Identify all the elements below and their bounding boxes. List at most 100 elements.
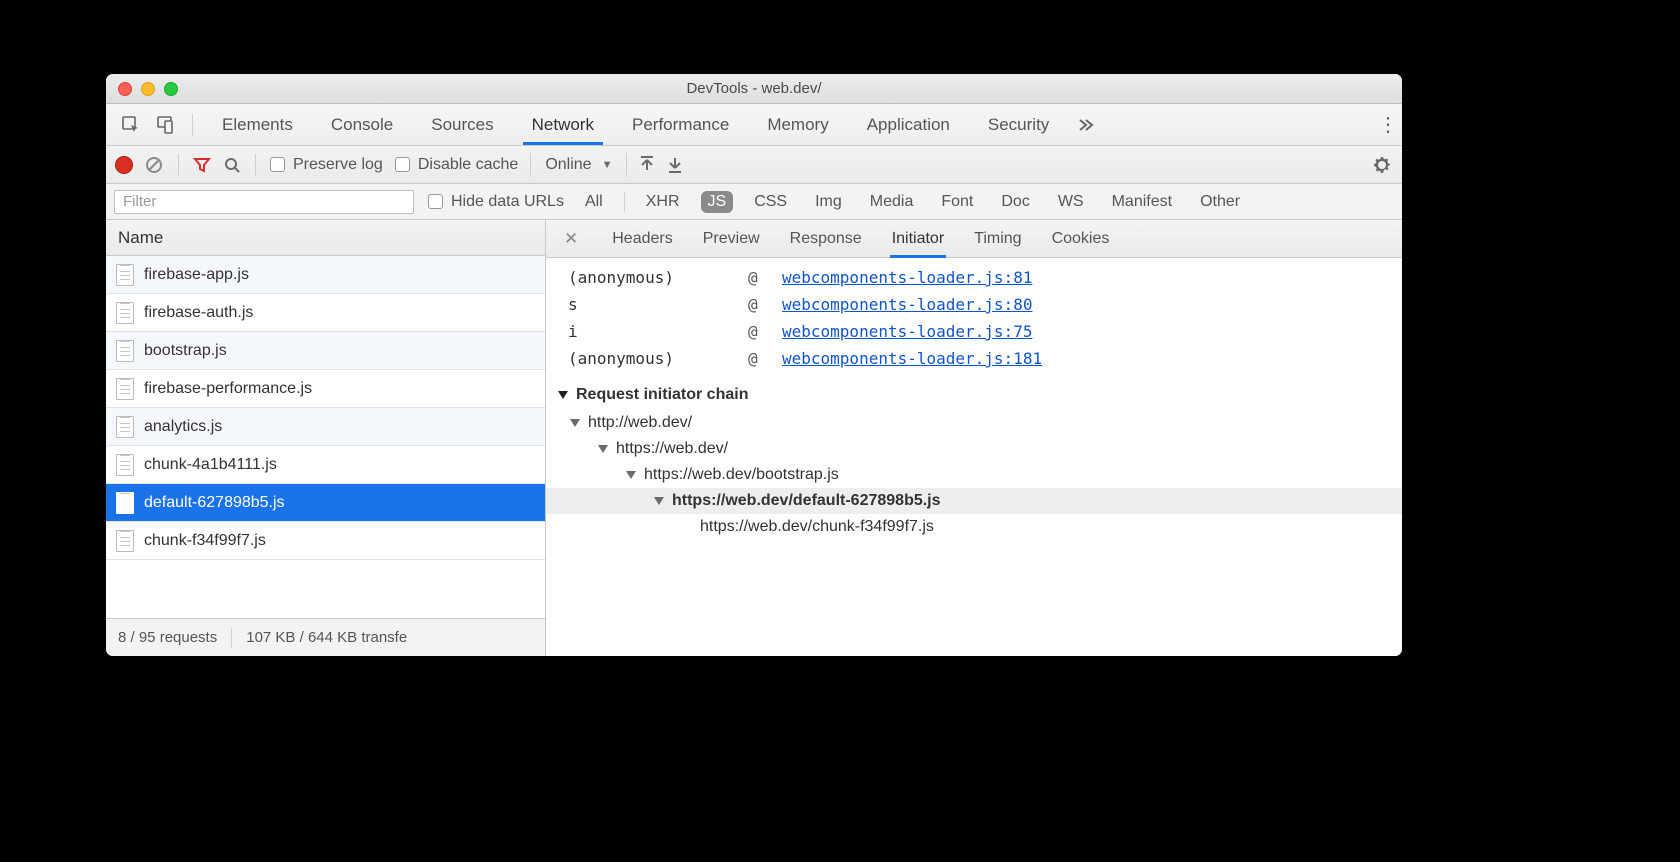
chain-url: https://web.dev/chunk-f34f99f7.js <box>700 518 934 536</box>
stack-location-link[interactable]: webcomponents-loader.js:80 <box>782 295 1032 314</box>
throttling-select[interactable]: Online ▼ <box>530 153 627 177</box>
more-panels-icon[interactable] <box>1068 118 1104 132</box>
file-icon <box>116 454 134 476</box>
type-filter-js[interactable]: JS <box>701 191 734 213</box>
initiator-chain-title: Request initiator chain <box>576 386 748 404</box>
zoom-window-button[interactable] <box>164 82 178 96</box>
stack-location-link[interactable]: webcomponents-loader.js:181 <box>782 349 1042 368</box>
detail-tab-preview[interactable]: Preview <box>703 224 760 254</box>
detail-tab-initiator[interactable]: Initiator <box>892 224 944 254</box>
request-name: analytics.js <box>144 418 222 436</box>
initiator-chain-row[interactable]: https://web.dev/chunk-f34f99f7.js <box>546 514 1402 540</box>
initiator-chain-row[interactable]: https://web.dev/ <box>546 436 1402 462</box>
resource-type-filters: All XHR JS CSS Img Media Font Doc WS Manifest Othe… <box>578 191 1247 213</box>
file-icon <box>116 378 134 400</box>
clear-icon[interactable] <box>144 155 164 175</box>
search-icon[interactable] <box>223 156 241 174</box>
close-window-button[interactable] <box>118 82 132 96</box>
chain-url: http://web.dev/ <box>588 414 692 432</box>
request-row[interactable]: firebase-auth.js <box>106 294 545 332</box>
column-header-name[interactable]: Name <box>106 220 545 256</box>
request-row[interactable]: bootstrap.js <box>106 332 545 370</box>
request-row[interactable]: chunk-f34f99f7.js <box>106 522 545 560</box>
stack-frame: s@webcomponents-loader.js:80 <box>546 291 1402 318</box>
disable-cache-checkbox[interactable]: Disable cache <box>395 156 519 174</box>
request-list: firebase-app.js firebase-auth.jsbootstrap… <box>106 256 545 618</box>
initiator-chain-header[interactable]: Request initiator chain <box>546 372 1402 410</box>
preserve-log-label: Preserve log <box>293 156 383 174</box>
panel-tab-sources[interactable]: Sources <box>412 104 512 145</box>
download-har-icon[interactable] <box>667 156 683 174</box>
request-row[interactable]: analytics.js <box>106 408 545 446</box>
request-name: chunk-4a1b4111.js <box>144 456 277 474</box>
detail-tab-response[interactable]: Response <box>790 224 862 254</box>
request-name: firebase-performance.js <box>144 380 312 398</box>
kebab-menu-icon[interactable]: ⋮ <box>1372 112 1394 137</box>
device-toolbar-icon[interactable] <box>154 114 176 136</box>
request-row[interactable]: firebase-app.js <box>106 256 545 294</box>
initiator-chain-row[interactable]: http://web.dev/ <box>546 410 1402 436</box>
request-list-pane: Name firebase-app.js firebase-auth.jsboot… <box>106 220 546 656</box>
file-icon <box>116 340 134 362</box>
divider <box>624 192 625 212</box>
request-name: firebase-app.js <box>144 266 249 284</box>
initiator-panel: (anonymous) @ webcomponents-loader.js:81 s@… <box>546 258 1402 656</box>
disable-cache-label: Disable cache <box>418 156 519 174</box>
disclosure-triangle-icon <box>558 391 568 399</box>
minimize-window-button[interactable] <box>141 82 155 96</box>
chain-url: https://web.dev/default-627898b5.js <box>672 492 941 510</box>
close-detail-icon[interactable]: ✕ <box>564 229 582 249</box>
panel-tab-memory[interactable]: Memory <box>748 104 847 145</box>
inspect-element-icon[interactable] <box>120 114 142 136</box>
divider <box>192 114 193 136</box>
type-filter-other[interactable]: Other <box>1193 191 1247 213</box>
panel-tab-console[interactable]: Console <box>312 104 412 145</box>
initiator-chain-row[interactable]: https://web.dev/default-627898b5.js <box>546 488 1402 514</box>
panel-tab-performance[interactable]: Performance <box>613 104 748 145</box>
type-filter-media[interactable]: Media <box>863 191 921 213</box>
type-filter-ws[interactable]: WS <box>1051 191 1091 213</box>
type-filter-img[interactable]: Img <box>808 191 849 213</box>
settings-gear-icon[interactable] <box>1372 155 1392 175</box>
main-tabbar: ElementsConsoleSourcesNetworkPerformance… <box>106 104 1402 146</box>
status-requests: 8 / 95 requests <box>118 629 217 646</box>
filter-input[interactable]: Filter <box>114 190 414 214</box>
type-filter-all[interactable]: All <box>578 191 610 213</box>
stack-location-link[interactable]: webcomponents-loader.js:81 <box>782 268 1032 287</box>
record-icon[interactable] <box>116 157 132 173</box>
at-symbol: @ <box>748 268 762 287</box>
upload-har-icon[interactable] <box>639 156 655 174</box>
type-filter-font[interactable]: Font <box>934 191 980 213</box>
panel-tab-application[interactable]: Application <box>848 104 969 145</box>
request-row[interactable]: chunk-4a1b4111.js <box>106 446 545 484</box>
file-icon <box>116 530 134 552</box>
type-filter-manifest[interactable]: Manifest <box>1105 191 1179 213</box>
disclosure-triangle-icon <box>598 445 608 453</box>
file-icon <box>116 264 134 286</box>
request-row[interactable]: default-627898b5.js <box>106 484 545 522</box>
file-icon <box>116 302 134 324</box>
request-name: chunk-f34f99f7.js <box>144 532 266 550</box>
stack-location-link[interactable]: webcomponents-loader.js:75 <box>782 322 1032 341</box>
panel-tab-security[interactable]: Security <box>969 104 1068 145</box>
preserve-log-checkbox[interactable]: Preserve log <box>270 156 383 174</box>
window-titlebar: DevTools - web.dev/ <box>106 74 1402 104</box>
initiator-chain-row[interactable]: https://web.dev/bootstrap.js <box>546 462 1402 488</box>
type-filter-css[interactable]: CSS <box>747 191 794 213</box>
detail-tab-headers[interactable]: Headers <box>612 224 672 254</box>
panel-tab-network[interactable]: Network <box>513 104 613 145</box>
request-name: default-627898b5.js <box>144 494 285 512</box>
divider <box>255 154 256 176</box>
chevron-down-icon: ▼ <box>602 159 613 171</box>
stack-function: (anonymous) <box>568 349 728 368</box>
type-filter-xhr[interactable]: XHR <box>639 191 687 213</box>
detail-tab-timing[interactable]: Timing <box>974 224 1021 254</box>
disclosure-triangle-icon <box>626 471 636 479</box>
type-filter-doc[interactable]: Doc <box>994 191 1036 213</box>
at-symbol: @ <box>748 349 762 368</box>
hide-data-urls-checkbox[interactable]: Hide data URLs <box>428 193 564 211</box>
panel-tab-elements[interactable]: Elements <box>203 104 312 145</box>
detail-tab-cookies[interactable]: Cookies <box>1052 224 1110 254</box>
filter-toggle-icon[interactable] <box>193 156 211 174</box>
request-row[interactable]: firebase-performance.js <box>106 370 545 408</box>
